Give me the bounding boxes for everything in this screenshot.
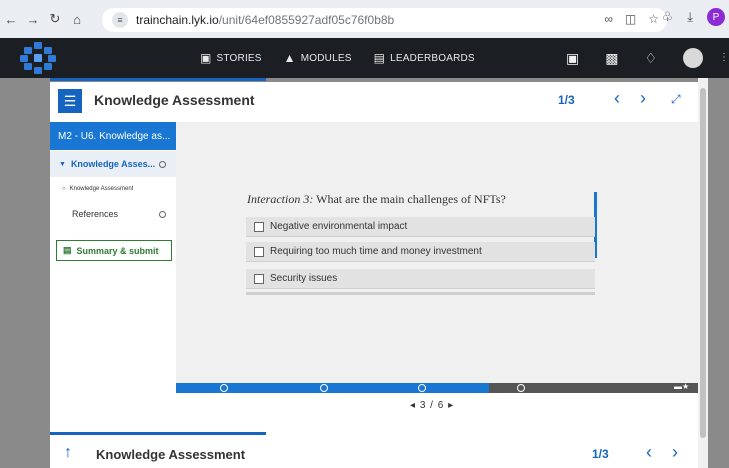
answer-option-label: Negative environmental impact <box>270 221 408 232</box>
next-page-button[interactable]: › <box>640 88 646 109</box>
address-bar[interactable]: ≡ trainchain.lyk.io/unit/64ef0855927adf0… <box>102 8 667 32</box>
menu-toggle-button[interactable]: ☰ <box>58 89 82 113</box>
extensions-icon[interactable]: ♧ <box>662 9 674 25</box>
url-host: trainchain.lyk.io <box>136 13 219 27</box>
sidebar-references-label: References <box>72 209 119 219</box>
nav-leaderboards[interactable]: ▤ LEADERBOARDS <box>374 51 475 65</box>
profile-avatar[interactable]: P <box>707 8 725 26</box>
bullet-icon: ○ <box>62 186 66 192</box>
sidebar-section-label: Knowledge Asses... <box>70 159 156 169</box>
back-icon[interactable]: ← <box>0 8 22 30</box>
prev-page-button[interactable]: ‹ <box>614 88 620 109</box>
page-title: Knowledge Assessment <box>94 92 255 108</box>
nav-leaderboards-label: LEADERBOARDS <box>390 52 475 64</box>
sidebar-item-references[interactable]: References <box>50 204 176 224</box>
scrollbar-thumb[interactable] <box>700 88 706 438</box>
sidebar-item-knowledge-assessment[interactable]: ○ Knowledge Assessment <box>50 180 176 198</box>
caret-down-icon: ▼ <box>59 160 66 168</box>
bottom-page-counter: 1/3 <box>592 447 609 461</box>
bookmark-star-icon[interactable]: ☆ <box>648 12 659 26</box>
bottom-title: Knowledge Assessment <box>96 447 246 462</box>
brain-logo-icon[interactable] <box>20 41 56 75</box>
link-icon[interactable]: ∞ <box>604 12 613 26</box>
card-top-accent <box>50 78 266 81</box>
bottom-prev-button[interactable]: ‹ <box>646 442 652 463</box>
sidebar-section[interactable]: ▼ Knowledge Asses... <box>50 151 176 177</box>
pager-prev-icon[interactable]: ◂ <box>410 400 416 411</box>
pager-next-icon[interactable]: ▸ <box>448 400 454 411</box>
answer-option-label: Requiring too much time and money invest… <box>270 246 482 257</box>
answer-option[interactable]: Negative environmental impact <box>246 217 595 237</box>
story-camera-icon[interactable]: ▣ <box>566 50 579 67</box>
progress-step-dot[interactable] <box>220 384 228 392</box>
answer-option[interactable]: Security issues <box>246 269 595 289</box>
nav-stories-label: STORIES <box>216 52 262 64</box>
chat-icon[interactable]: ▩ <box>605 50 618 67</box>
pager-text: 3 / 6 <box>419 400 445 411</box>
summary-submit-label: Summary & submit <box>76 245 159 256</box>
sidebar-unit-title[interactable]: M2 - U6. Knowledge as... <box>50 122 176 150</box>
nav-modules-label: MODULES <box>300 52 352 64</box>
document-icon: ▤ <box>63 245 72 255</box>
top-nav: ▣ STORIES ▲ MODULES ▤ LEADERBOARDS <box>200 38 475 78</box>
question-text: Interaction 3: What are the main challen… <box>247 192 506 207</box>
checkbox[interactable] <box>254 273 264 284</box>
user-avatar[interactable] <box>683 48 703 68</box>
open-tab-icon[interactable]: ◫ <box>625 12 636 26</box>
download-icon[interactable]: ⤓ <box>687 9 693 25</box>
url-path: /unit/64ef0855927adf05c76f0b8b <box>218 13 395 27</box>
browser-actions: ♧ ⤓ P <box>662 8 725 26</box>
question-body: What are the main challenges of NFTs? <box>316 192 506 206</box>
answer-option[interactable]: Requiring too much time and money invest… <box>246 242 595 262</box>
bottom-next-button[interactable]: › <box>672 442 678 463</box>
bell-icon[interactable]: ♢ <box>644 50 657 67</box>
camera-icon: ▣ <box>200 51 212 65</box>
status-ring-icon <box>159 160 166 168</box>
scroll-up-icon[interactable]: ↑ <box>64 444 72 462</box>
fullscreen-icon[interactable]: ⤢ <box>671 92 681 107</box>
page-counter: 1/3 <box>558 93 575 107</box>
progress-step-dot[interactable] <box>320 384 328 392</box>
answer-option-label: Security issues <box>270 273 338 284</box>
nav-modules[interactable]: ▲ MODULES <box>284 51 352 65</box>
progress-step-dot[interactable] <box>418 384 426 392</box>
graduation-cap-icon: ▲ <box>283 51 296 65</box>
leaderboard-icon: ▤ <box>373 51 386 65</box>
nav-stories[interactable]: ▣ STORIES <box>200 51 262 65</box>
home-icon[interactable]: ⌂ <box>66 8 88 30</box>
sidebar-sub-label: Knowledge Assessment <box>69 186 134 192</box>
question-label: Interaction 3: <box>247 192 314 206</box>
progress-step-dot[interactable] <box>517 384 525 392</box>
forward-icon[interactable]: → <box>22 8 44 30</box>
site-info-icon[interactable]: ≡ <box>112 12 128 28</box>
header-icons: ▣ ▩ ♢ <box>566 38 703 78</box>
reload-icon[interactable]: ↻ <box>44 8 66 30</box>
slide-pager: ◂ 3 / 6 ▸ <box>410 400 454 411</box>
summary-submit-button[interactable]: ▤ Summary & submit <box>56 240 172 261</box>
options-scroll-edge <box>246 292 595 295</box>
checkbox[interactable] <box>254 246 264 257</box>
finish-flag-icon: ▬★ <box>674 382 690 391</box>
status-ring-icon <box>159 210 166 218</box>
checkbox[interactable] <box>254 221 264 232</box>
more-apps-icon[interactable]: ⋮ <box>719 52 729 63</box>
